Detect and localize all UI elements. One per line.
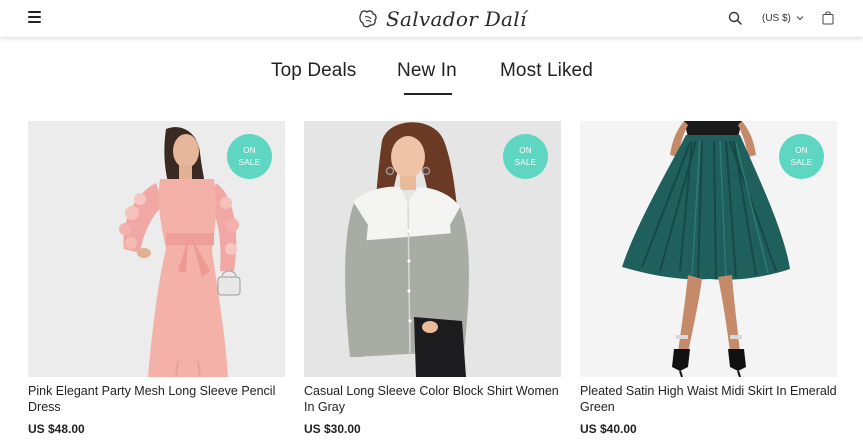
product-price: US $30.00 (304, 422, 361, 436)
tab-most-liked[interactable]: Most Liked (500, 60, 593, 82)
logo-text: Salvador Dalí (386, 7, 527, 31)
product-card[interactable]: ON SALE Pleated Satin High Waist Midi Sk… (580, 121, 837, 436)
site-logo[interactable]: Salvador Dalí (358, 6, 527, 32)
hamburger-icon[interactable] (28, 11, 41, 24)
badge-line-2: SALE (514, 157, 537, 167)
product-title[interactable]: Pink Elegant Party Mesh Long Sleeve Penc… (28, 383, 285, 415)
site-header: Salvador Dalí (US $) (0, 0, 863, 37)
product-image[interactable]: ON SALE (304, 121, 561, 377)
badge-line-2: SALE (238, 157, 261, 167)
active-tab-indicator (404, 93, 452, 95)
badge-line-2: SALE (790, 157, 813, 167)
on-sale-badge: ON SALE (779, 134, 824, 179)
currency-label: (US $) (762, 12, 791, 24)
product-tabs: Top Deals New In Most Liked (0, 60, 863, 100)
product-card[interactable]: ON SALE Pink Elegant Party Mesh Long Sle… (28, 121, 285, 436)
product-price: US $48.00 (28, 422, 85, 436)
on-sale-badge: ON SALE (227, 134, 272, 179)
product-image[interactable]: ON SALE (28, 121, 285, 377)
search-icon[interactable] (728, 11, 742, 25)
product-title[interactable]: Casual Long Sleeve Color Block Shirt Wom… (304, 383, 561, 415)
product-card[interactable]: ON SALE Casual Long Sleeve Color Block S… (304, 121, 561, 436)
chevron-down-icon (796, 16, 804, 21)
product-image[interactable]: ON SALE (580, 121, 837, 377)
badge-line-1: ON (519, 145, 532, 155)
logo-mark-icon (359, 10, 377, 28)
shopping-bag-icon[interactable] (822, 10, 834, 25)
on-sale-badge: ON SALE (503, 134, 548, 179)
badge-line-1: ON (243, 145, 256, 155)
tab-top-deals[interactable]: Top Deals (271, 60, 356, 82)
tab-new-in[interactable]: New In (397, 60, 457, 82)
badge-line-1: ON (795, 145, 808, 155)
product-price: US $40.00 (580, 422, 637, 436)
product-title[interactable]: Pleated Satin High Waist Midi Skirt In E… (580, 383, 837, 415)
currency-selector[interactable]: (US $) (762, 11, 804, 25)
